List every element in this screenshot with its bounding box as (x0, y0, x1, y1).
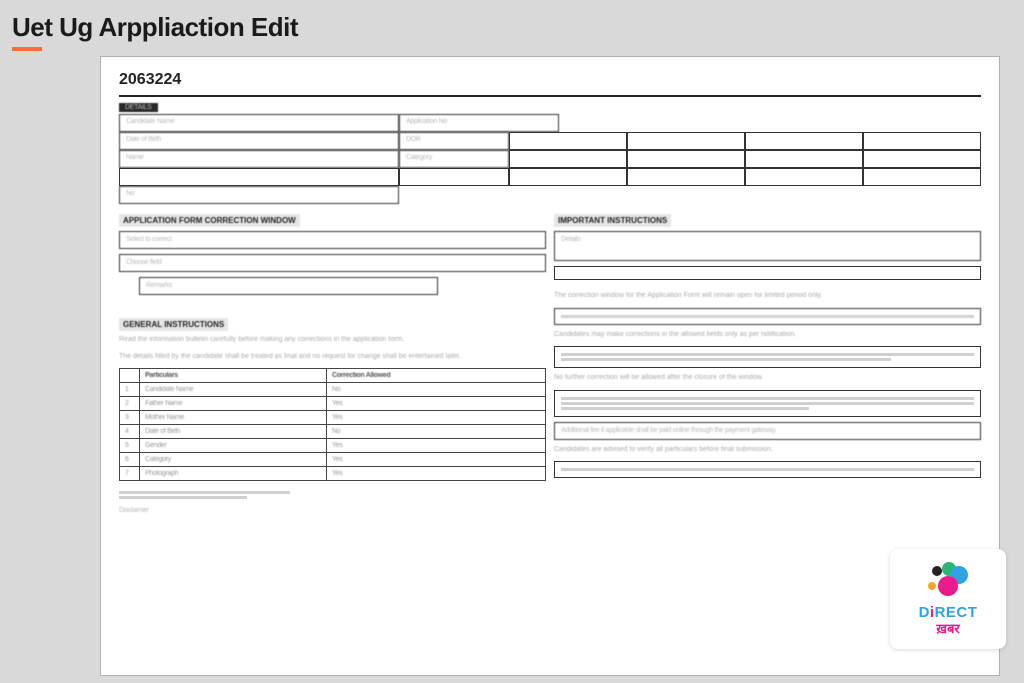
instruction-line-1: The correction window for the Applicatio… (554, 291, 981, 302)
cell-name-label: Name (119, 150, 399, 168)
footer-note: Disclaimer (119, 507, 546, 514)
cell-empty-8 (863, 150, 981, 168)
notes-para-1: Read the information bulletin carefully … (119, 335, 546, 346)
cell-empty-11 (627, 168, 745, 186)
page-title: Uet Ug Arppliaction Edit (12, 12, 298, 43)
right-box-5: Additional fee if applicable shall be pa… (554, 422, 981, 440)
cell-empty-10 (509, 168, 627, 186)
right-box-1: Details (554, 231, 981, 261)
cell-dob-value: DOB (399, 132, 509, 150)
cell-empty-3 (745, 132, 863, 150)
cell-candidate-name-label: Candidate Name (119, 114, 399, 132)
cell-application-no-label: Application No (399, 114, 559, 132)
details-grid: Candidate Name Application No Date of Bi… (119, 114, 981, 204)
left-box-2: Choose field (119, 254, 546, 272)
page-title-bar: Uet Ug Arppliaction Edit (12, 12, 298, 51)
application-form-document: 2063224 DETAILS Candidate Name Applicati… (100, 56, 1000, 676)
logo-text-line2: ख़बर (936, 619, 959, 637)
table-header-row: Particulars Correction Allowed (120, 369, 546, 383)
right-box-empty (554, 266, 981, 280)
cell-category-label: Category (399, 150, 509, 168)
instruction-line-3: No further correction will be allowed af… (554, 373, 981, 384)
cell-empty-9 (399, 168, 509, 186)
two-column-section: APPLICATION FORM CORRECTION WINDOW Selec… (119, 214, 981, 514)
notes-para-2: The details filled by the candidate shal… (119, 352, 546, 363)
notes-heading: GENERAL INSTRUCTIONS (119, 318, 228, 331)
cell-empty-5 (509, 150, 627, 168)
cell-empty-row (119, 168, 399, 186)
right-box-4 (554, 390, 981, 417)
right-column: IMPORTANT INSTRUCTIONS Details The corre… (554, 214, 981, 514)
instruction-line-5: Candidates are advised to verify all par… (554, 445, 981, 456)
th-particulars: Particulars (140, 369, 327, 383)
cell-no-label: No (119, 186, 399, 204)
table-row: 3Mother NameYes (120, 411, 546, 425)
table-row: 2Father NameYes (120, 397, 546, 411)
left-box-3: Remarks (139, 277, 438, 295)
right-heading: IMPORTANT INSTRUCTIONS (554, 214, 671, 227)
cell-empty-4 (863, 132, 981, 150)
table-row: 4Date of BirthNo (120, 425, 546, 439)
table-row: 1Candidate NameNo (120, 383, 546, 397)
right-box-6 (554, 461, 981, 478)
th-index (120, 369, 140, 383)
cell-empty-12 (745, 168, 863, 186)
left-column: APPLICATION FORM CORRECTION WINDOW Selec… (119, 214, 546, 514)
left-box-1: Select to correct (119, 231, 546, 249)
table-row: 6CategoryYes (120, 453, 546, 467)
cell-empty-1 (509, 132, 627, 150)
cell-empty-13 (863, 168, 981, 186)
title-underline (12, 47, 42, 51)
divider (119, 95, 981, 97)
th-allowed: Correction Allowed (326, 369, 545, 383)
left-heading: APPLICATION FORM CORRECTION WINDOW (119, 214, 300, 227)
form-year: 2063224 (119, 71, 981, 89)
cell-dob-label: Date of Birth (119, 132, 399, 150)
footer-line-1 (119, 491, 290, 494)
table-row: 5GenderYes (120, 439, 546, 453)
table-row: 7PhotographYes (120, 467, 546, 481)
cell-empty-2 (627, 132, 745, 150)
watermark-logo: DiRECT ख़बर (890, 549, 1006, 649)
right-box-3 (554, 346, 981, 368)
logo-dots-icon (928, 562, 968, 602)
footer-line-2 (119, 496, 247, 499)
instruction-line-2: Candidates may make corrections in the a… (554, 330, 981, 341)
cell-empty-7 (745, 150, 863, 168)
correction-table: Particulars Correction Allowed 1Candidat… (119, 368, 546, 481)
section-label-details: DETAILS (119, 103, 158, 112)
cell-empty-6 (627, 150, 745, 168)
right-box-2 (554, 308, 981, 325)
